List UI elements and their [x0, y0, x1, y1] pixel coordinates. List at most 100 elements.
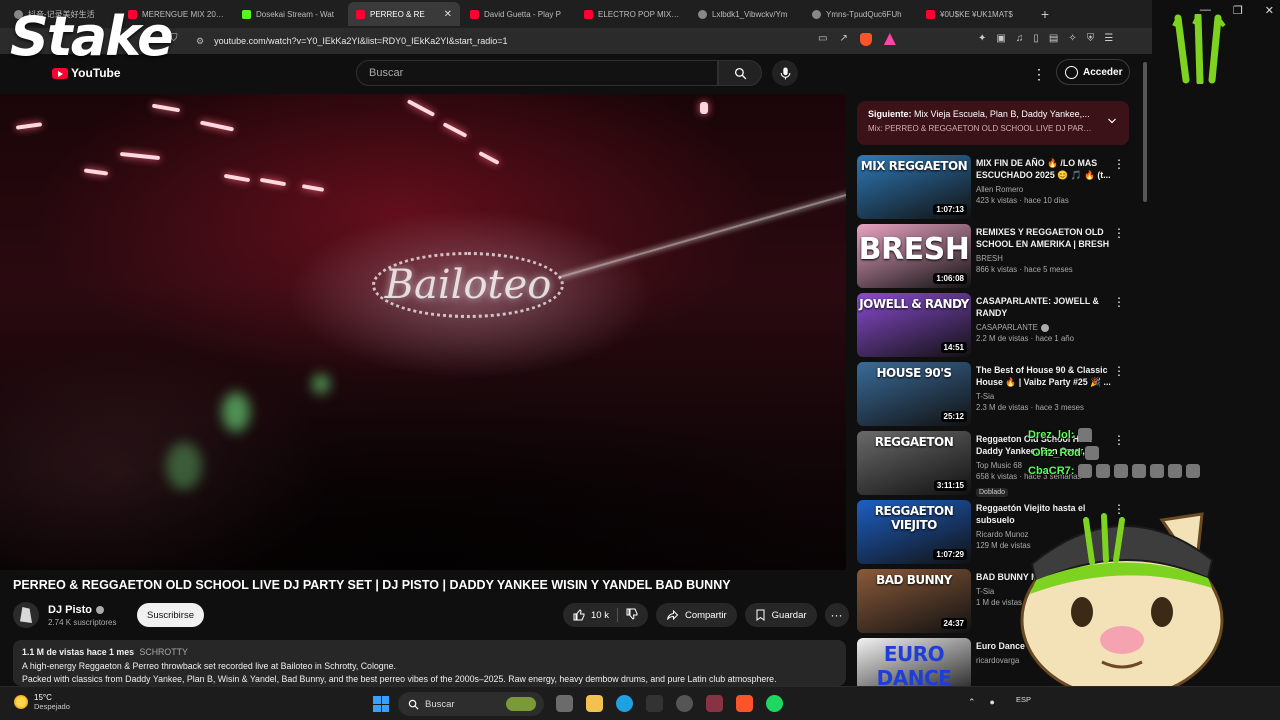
extension-puzzle-icon[interactable]: ✦ [978, 33, 986, 44]
url-field[interactable]: ⚙ youtube.com/watch?v=Y0_IEkKa2YI&list=R… [196, 32, 796, 50]
wallet-icon[interactable]: ▤ [1049, 33, 1058, 44]
dislike-button[interactable] [626, 608, 638, 623]
sidebar-icon[interactable]: ▯ [1033, 33, 1039, 44]
screen: 抖音-记录美好生活 MERENGUE MIX 2025 Dosekai Stream… [0, 0, 1280, 720]
browser-tab[interactable]: Lxlbdk1_Vibwckv/Ym [690, 2, 802, 26]
file-explorer-icon[interactable] [586, 695, 603, 712]
video-duration: 1:06:08 [933, 273, 967, 284]
video-thumbnail[interactable]: REGGAETON 3:11:15 [857, 431, 971, 495]
input-language[interactable]: ESP [1016, 695, 1031, 704]
video-menu-icon[interactable]: ⋮ [1113, 364, 1125, 378]
browser-tab-strip: 抖音-记录美好生活 MERENGUE MIX 2025 Dosekai Stream… [0, 0, 1152, 28]
tab-favicon-icon [584, 9, 593, 19]
video-title: PERREO & REGGAETON OLD SCHOOL LIVE DJ PA… [13, 578, 731, 592]
ceiling-light [700, 102, 708, 114]
dubbed-badge: Doblado [976, 488, 1009, 497]
recommended-video[interactable]: HOUSE 90'S 25:12 The Best of House 90 & Cl… [857, 362, 1129, 431]
close-window-icon[interactable]: ✕ [1265, 4, 1274, 17]
app-icon[interactable] [706, 695, 723, 712]
leo-icon[interactable]: ✧ [1068, 33, 1076, 44]
up-next-panel[interactable]: Siguiente: Mix Vieja Escuela, Plan B, Da… [857, 101, 1129, 145]
channel-name[interactable]: BRESH [976, 254, 1003, 263]
video-menu-icon[interactable]: ⋮ [1113, 226, 1125, 240]
location-tag[interactable]: SCHROTTY [139, 647, 187, 657]
like-button[interactable]: 10 k [573, 609, 609, 621]
close-tab-icon[interactable]: ✕ [444, 9, 452, 20]
brave-rewards-icon[interactable] [883, 33, 896, 45]
recommended-video[interactable]: MIX REGGAETON 1:07:13 MIX FIN DE AÑO 🔥 /LO… [857, 155, 1129, 224]
up-next-video: Mix Vieja Escuela, Plan B, Daddy Yankee,… [914, 109, 1090, 119]
youtube-play-icon [52, 67, 68, 79]
chrome-icon[interactable] [676, 695, 693, 712]
recommended-video[interactable]: JOWELL & RANDY 14:51 CASAPARLANTE: JOWELL … [857, 293, 1129, 362]
spotify-icon[interactable] [766, 695, 783, 712]
share-icon[interactable]: ↗ [839, 33, 847, 46]
channel-name[interactable]: CASAPARLANTE [976, 323, 1038, 332]
video-menu-icon[interactable]: ⋮ [1113, 295, 1125, 309]
taskbar-search[interactable]: Buscar [398, 692, 544, 716]
media-icon[interactable]: ♫ [1016, 33, 1024, 44]
youtube-logo[interactable]: YouTube [52, 66, 121, 80]
browser-tab[interactable]: David Guetta - Play P [462, 2, 574, 26]
sign-in-button[interactable]: Acceder [1056, 59, 1130, 85]
search-button[interactable] [718, 60, 762, 86]
browser-tab[interactable]: Ymns-TpudQuc6FUh [804, 2, 916, 26]
video-info: REMIXES Y REGGAETON OLD SCHOOL EN AMERIK… [976, 226, 1112, 274]
recommended-video[interactable]: BRESH 1:06:08 REMIXES Y REGGAETON OLD SCHO… [857, 224, 1129, 293]
screenshot-icon[interactable]: ▣ [996, 33, 1005, 44]
share-button[interactable]: Compartir [655, 603, 737, 627]
cast-icon[interactable]: ▭ [818, 33, 827, 46]
vpn-icon[interactable]: ⛨ [1087, 33, 1095, 44]
site-info-icon[interactable]: ⚙ [196, 36, 204, 47]
chat-username: Drez_lol: [1028, 429, 1075, 441]
channel-avatar[interactable] [13, 602, 39, 628]
channel-name[interactable]: T-Sia [976, 587, 994, 596]
bookmark-save-icon [756, 609, 765, 621]
tab-favicon-icon [698, 9, 707, 19]
subscribe-button[interactable]: Suscribirse [137, 603, 204, 627]
channel-row: Allen Romero [976, 185, 1112, 194]
video-meta: 2.3 M de vistas · hace 3 meses [976, 403, 1084, 412]
channel-name[interactable]: Allen Romero [976, 185, 1023, 194]
channel-name[interactable]: T-Sia [976, 392, 994, 401]
video-player[interactable]: Bailoteo [0, 94, 846, 570]
video-menu-icon[interactable]: ⋮ [1113, 157, 1125, 171]
scrollbar-thumb[interactable] [1143, 62, 1147, 202]
network-icon[interactable]: ● [990, 697, 995, 708]
channel-name-row[interactable]: DJ Pisto [48, 604, 116, 616]
menu-icon[interactable]: ☰ [1104, 33, 1113, 44]
video-info: MIX FIN DE AÑO 🔥 /LO MAS ESCUCHADO 2025 … [976, 157, 1112, 205]
video-thumbnail[interactable]: JOWELL & RANDY 14:51 [857, 293, 971, 357]
browser-tab[interactable]: PERREO & RE ✕ [348, 2, 460, 26]
stake-logo: Stake [10, 5, 174, 68]
video-thumbnail[interactable]: MIX REGGAETON 1:07:13 [857, 155, 971, 219]
channel-name[interactable]: Top Music 68 [976, 461, 1022, 470]
chevron-down-icon[interactable] [1106, 115, 1118, 127]
video-thumbnail[interactable]: BRESH 1:06:08 [857, 224, 971, 288]
more-actions-button[interactable]: ··· [824, 603, 849, 627]
windows-start-icon[interactable] [373, 696, 389, 712]
description-box[interactable]: 1.1 M de vistas hace 1 mes SCHROTTY A hi… [13, 640, 846, 686]
browser-tab[interactable]: ¥0U$KE ¥UK1MAT$ [918, 2, 1030, 26]
search-input[interactable]: Buscar [356, 60, 718, 86]
video-meta: 2.2 M de vistas · hace 1 año [976, 334, 1074, 343]
restore-icon[interactable]: ❐ [1233, 4, 1243, 17]
browser-tab[interactable]: Dosekai Stream - Wat [234, 2, 346, 26]
save-button[interactable]: Guardar [744, 603, 817, 627]
brave-shield-icon[interactable] [859, 33, 872, 46]
chevron-up-icon[interactable]: ⌃ [968, 697, 976, 708]
settings-menu-icon[interactable]: ⋮ [1032, 66, 1046, 83]
weather-widget[interactable]: 15°C Despejado [14, 693, 70, 711]
edge-icon[interactable] [616, 695, 633, 712]
app-icon[interactable] [646, 695, 663, 712]
chat-username: Oriz_Rod [1032, 447, 1081, 459]
video-thumbnail[interactable]: BAD BUNNY 24:37 [857, 569, 971, 633]
new-tab-button[interactable]: + [1036, 6, 1054, 22]
task-view-icon[interactable] [556, 695, 573, 712]
video-actions: 10 k Compartir Guardar ··· [563, 603, 849, 627]
browser-tab[interactable]: ELECTRO POP MIX 20 [576, 2, 688, 26]
brave-icon[interactable] [736, 695, 753, 712]
video-thumbnail[interactable]: HOUSE 90'S 25:12 [857, 362, 971, 426]
video-thumbnail[interactable]: REGGAETON VIEJITO 1:07:29 [857, 500, 971, 564]
voice-search-button[interactable] [772, 60, 798, 86]
